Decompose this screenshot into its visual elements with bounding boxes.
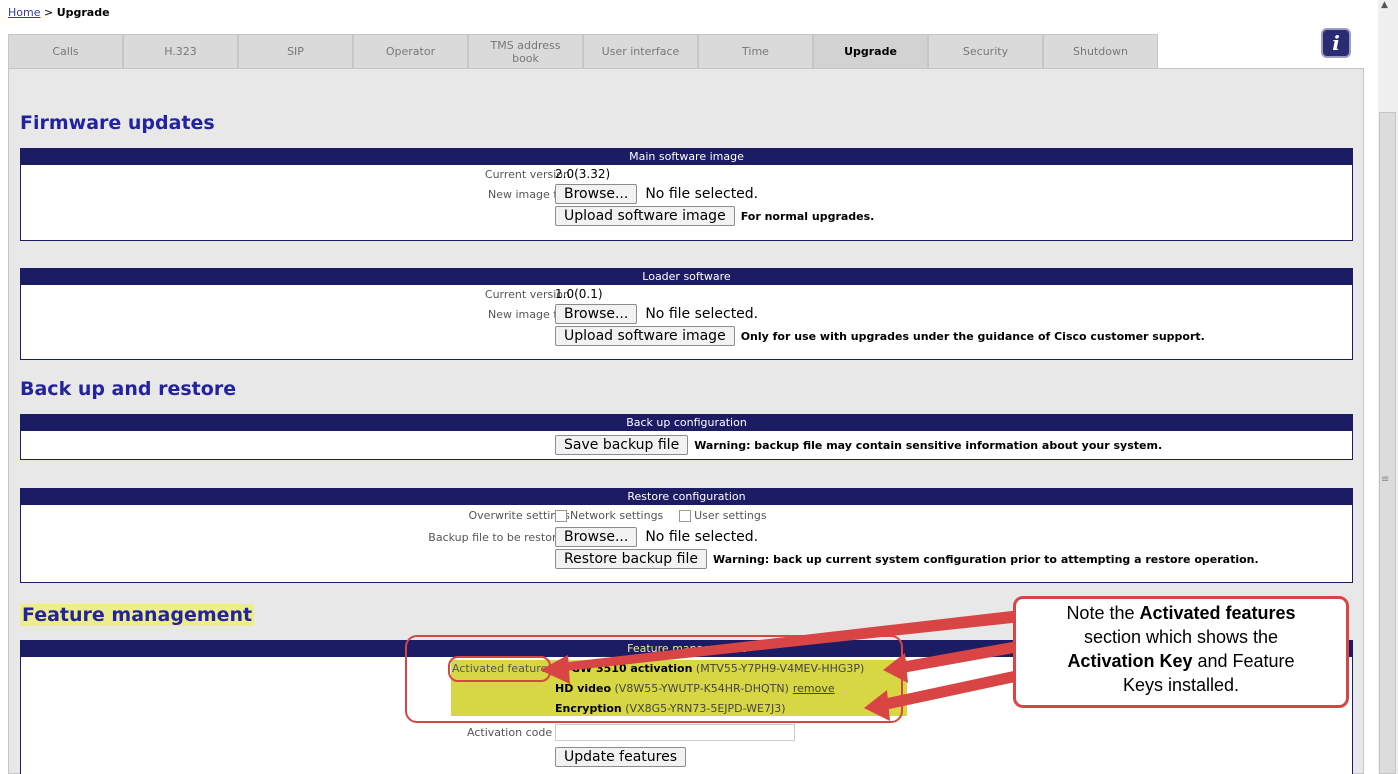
callout-line-2: section which shows the: [1083, 627, 1279, 647]
callout-line-1: Note the Activated features: [1016, 601, 1346, 625]
arrow-head-feature-keys: [864, 690, 890, 721]
annotation-callout: Note the Activated features section whic…: [1013, 596, 1349, 708]
callout-line-4: Keys installed.: [1122, 675, 1240, 695]
arrow-to-activation-key: [895, 641, 1020, 674]
arrow-head-activation-key: [883, 653, 908, 683]
callout-text: and Feature: [1192, 651, 1295, 671]
callout-bold: Activation Key: [1067, 651, 1193, 671]
arrow-head-activated-label: [540, 655, 570, 684]
callout-line-3: Activation Key and Feature: [1016, 649, 1346, 673]
callout-text: Note the: [1066, 603, 1140, 623]
callout-bold: Activated features: [1139, 603, 1296, 623]
